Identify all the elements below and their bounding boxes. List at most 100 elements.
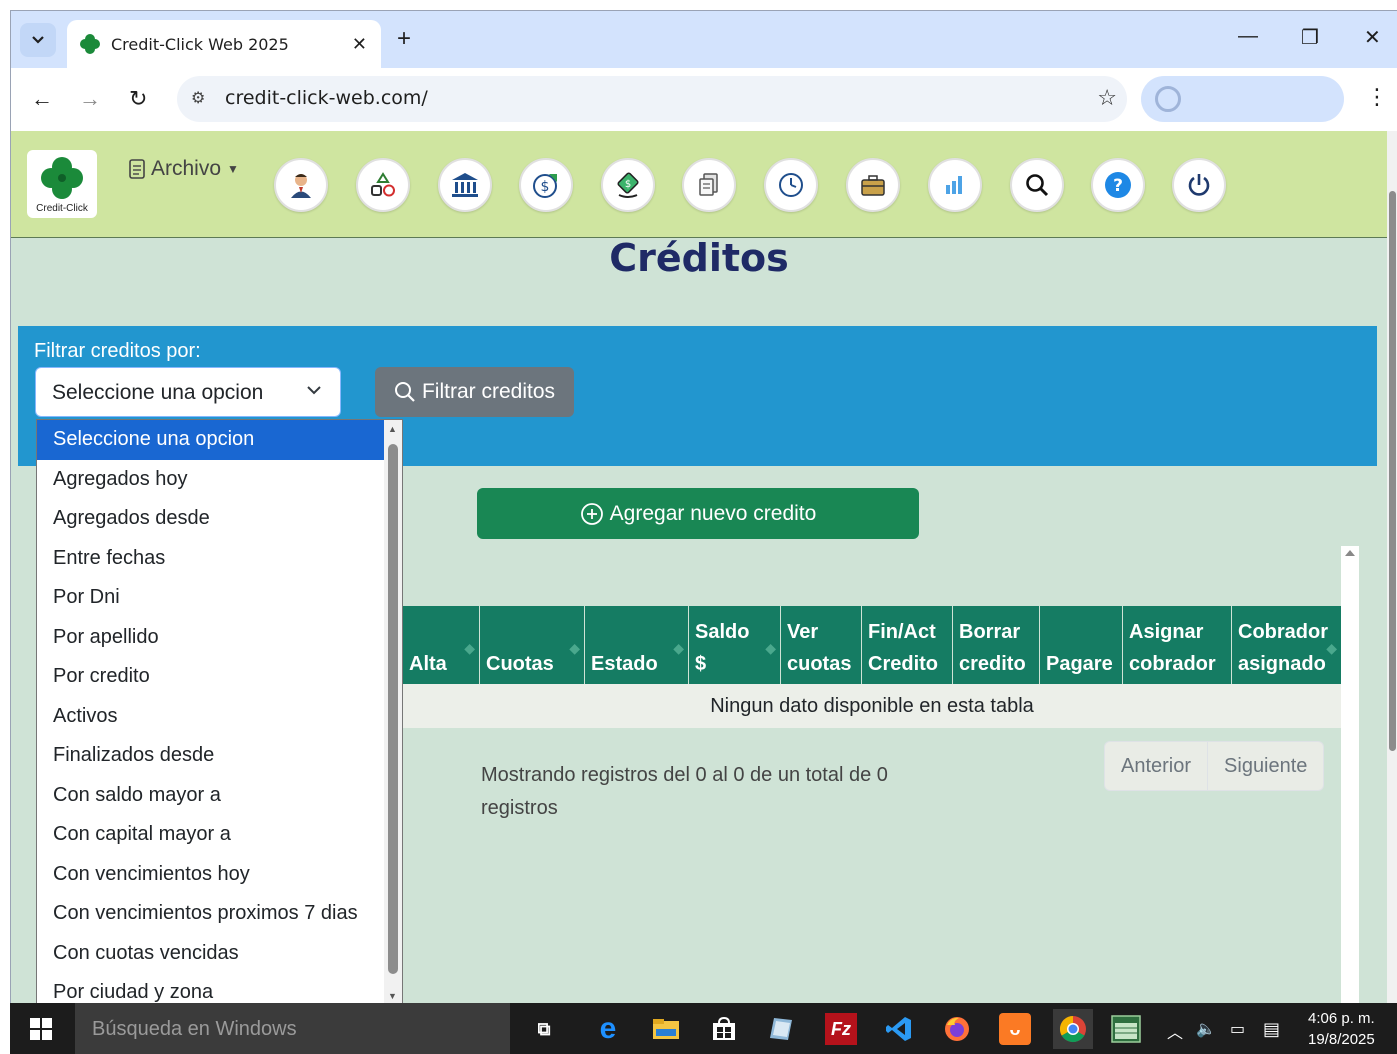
notifications-icon[interactable]: ▤ xyxy=(1263,1019,1280,1040)
page-title: Créditos xyxy=(609,236,789,280)
column-header-estado[interactable]: Estado ◆ xyxy=(585,606,689,684)
filter-button[interactable]: Filtrar creditos xyxy=(375,367,574,417)
network-icon[interactable]: ▭ xyxy=(1230,1019,1245,1039)
estadisticas-button[interactable] xyxy=(928,158,982,212)
new-tab-icon[interactable]: + xyxy=(397,27,411,51)
store-icon[interactable] xyxy=(708,1013,740,1045)
caja-button[interactable] xyxy=(846,158,900,212)
column-header-cuotas[interactable]: Cuotas ◆ xyxy=(480,606,585,684)
table-info: Mostrando registros del 0 al 0 de un tot… xyxy=(481,764,888,819)
edge-icon[interactable]: e xyxy=(592,1012,624,1045)
add-credit-button[interactable]: Agregar nuevo credito xyxy=(477,488,919,539)
xampp-icon[interactable]: ᴗ xyxy=(999,1013,1031,1045)
pagos-button[interactable]: $ xyxy=(601,158,655,212)
address-bar[interactable]: ⚙ credit-click-web.com/ ☆ xyxy=(177,76,1127,122)
cobros-icon: $ xyxy=(533,174,557,198)
site-settings-icon[interactable]: ⚙ xyxy=(191,88,205,108)
salir-icon xyxy=(1188,174,1210,196)
scroll-up-icon[interactable]: ▲ xyxy=(388,424,397,434)
tray-chevron-up-icon[interactable]: ︿ xyxy=(1167,1019,1183,1043)
dropdown-option[interactable]: Finalizados desde xyxy=(37,736,402,776)
dropdown-option[interactable]: Con saldo mayor a xyxy=(37,776,402,816)
tab-search-button[interactable] xyxy=(20,23,56,57)
add-credit-label: Agregar nuevo credito xyxy=(609,501,817,525)
windows-start-icon[interactable] xyxy=(30,1018,52,1040)
column-header-borrar: Borrar credito xyxy=(953,606,1040,684)
reloj-icon xyxy=(779,173,803,197)
close-window-icon[interactable]: ✕ xyxy=(1364,25,1381,50)
table-header: Alta ◆ Cuotas ◆ Estado ◆ Saldo $ ◆ Ver cuotas … xyxy=(403,606,1341,684)
vscode-icon[interactable] xyxy=(883,1013,915,1045)
close-tab-icon[interactable]: ✕ xyxy=(352,34,367,55)
browser-toolbar: ← → ↻ ⚙ credit-click-web.com/ ☆ ⋮ xyxy=(11,68,1397,131)
chrome-icon[interactable] xyxy=(1053,1009,1093,1049)
back-icon[interactable]: ← xyxy=(31,86,53,112)
dropdown-option[interactable]: Por credito xyxy=(37,657,402,697)
clock-date: 19/8/2025 xyxy=(1308,1031,1375,1048)
dropdown-option[interactable]: Por apellido xyxy=(37,618,402,658)
archivo-label: Archivo xyxy=(151,157,222,180)
filezilla-icon[interactable]: Fz xyxy=(825,1013,857,1045)
column-header-alta[interactable]: Alta ◆ xyxy=(403,606,480,684)
dropdown-option[interactable]: Con cuotas vencidas xyxy=(37,934,402,974)
ayuda-button[interactable]: ? xyxy=(1091,158,1145,212)
svg-text:?: ? xyxy=(1113,176,1123,196)
volume-icon[interactable]: 🔈 xyxy=(1196,1019,1216,1039)
dropdown-option[interactable]: Seleccione una opcion xyxy=(37,420,402,460)
banco-button[interactable] xyxy=(438,158,492,212)
estadisticas-icon xyxy=(946,176,962,194)
page-scrollbar[interactable] xyxy=(1387,131,1397,1003)
bookmark-star-icon[interactable]: ☆ xyxy=(1097,85,1117,111)
filter-select[interactable]: Seleccione una opcion xyxy=(35,367,341,417)
notes-app-icon[interactable] xyxy=(766,1013,798,1045)
caret-down-icon: ▼ xyxy=(227,162,239,176)
firefox-icon[interactable] xyxy=(941,1013,973,1045)
grupos-button[interactable] xyxy=(356,158,410,212)
browser-window: Credit-Click Web 2025 ✕ + — ❐ ✕ ← → ↻ ⚙ … xyxy=(10,10,1397,1003)
tab-strip: Credit-Click Web 2025 ✕ + — ❐ ✕ xyxy=(11,11,1397,68)
reload-icon[interactable]: ↻ xyxy=(129,86,147,112)
page-scrollbar-thumb[interactable] xyxy=(1389,191,1396,751)
buscar-button[interactable] xyxy=(1010,158,1064,212)
filter-dropdown-list: Seleccione una opcion Agregados hoy Agre… xyxy=(36,419,403,1003)
app-window-icon[interactable] xyxy=(1110,1013,1142,1045)
dropdown-option[interactable]: Con vencimientos hoy xyxy=(37,855,402,895)
dropdown-scrollbar[interactable]: ▲ ▼ xyxy=(384,420,402,1003)
taskbar-search[interactable]: Búsqueda en Windows xyxy=(75,1003,510,1054)
dropdown-option[interactable]: Agregados hoy xyxy=(37,460,402,500)
documentos-button[interactable] xyxy=(682,158,736,212)
menu-kebab-icon[interactable]: ⋮ xyxy=(1366,84,1388,110)
dropdown-option[interactable]: Activos xyxy=(37,697,402,737)
tab-title: Credit-Click Web 2025 xyxy=(111,34,289,54)
prev-page-button[interactable]: Anterior xyxy=(1105,742,1207,790)
banco-icon xyxy=(452,173,478,197)
plus-circle-icon xyxy=(580,502,603,525)
task-view-icon[interactable]: ⧉ xyxy=(528,1013,560,1045)
dropdown-option[interactable]: Con vencimientos proximos 7 dias xyxy=(37,894,402,934)
minimize-icon[interactable]: — xyxy=(1238,25,1258,48)
file-explorer-icon[interactable] xyxy=(650,1013,682,1045)
forward-icon[interactable]: → xyxy=(79,86,101,112)
salir-button[interactable] xyxy=(1172,158,1226,212)
historial-button[interactable] xyxy=(764,158,818,212)
archivo-menu[interactable]: Archivo ▼ xyxy=(129,157,239,181)
empty-table-row: Ningun dato disponible en esta tabla xyxy=(403,684,1341,728)
dropdown-option[interactable]: Agregados desde xyxy=(37,499,402,539)
dropdown-option[interactable]: Por Dni xyxy=(37,578,402,618)
dropdown-option[interactable]: Entre fechas xyxy=(37,539,402,579)
table-scrollbar[interactable] xyxy=(1341,546,1359,1003)
dropdown-scrollbar-thumb[interactable] xyxy=(388,444,398,974)
browser-tab[interactable]: Credit-Click Web 2025 ✕ xyxy=(67,20,381,68)
restore-icon[interactable]: ❐ xyxy=(1301,25,1319,50)
taskbar-clock[interactable]: 4:06 p. m. 19/8/2025 xyxy=(1308,1008,1375,1050)
column-header-saldo[interactable]: Saldo $ ◆ xyxy=(689,606,781,684)
credit-click-logo[interactable]: Credit-Click xyxy=(27,150,97,218)
next-page-button[interactable]: Siguiente xyxy=(1207,742,1323,790)
dropdown-option[interactable]: Por ciudad y zona xyxy=(37,973,402,1003)
dropdown-option[interactable]: Con capital mayor a xyxy=(37,815,402,855)
extension-pill[interactable] xyxy=(1141,76,1344,122)
clientes-button[interactable] xyxy=(274,158,328,212)
cobros-button[interactable]: $ xyxy=(519,158,573,212)
scroll-down-icon[interactable]: ▼ xyxy=(388,991,397,1001)
sort-icon: ◆ xyxy=(1326,640,1337,656)
